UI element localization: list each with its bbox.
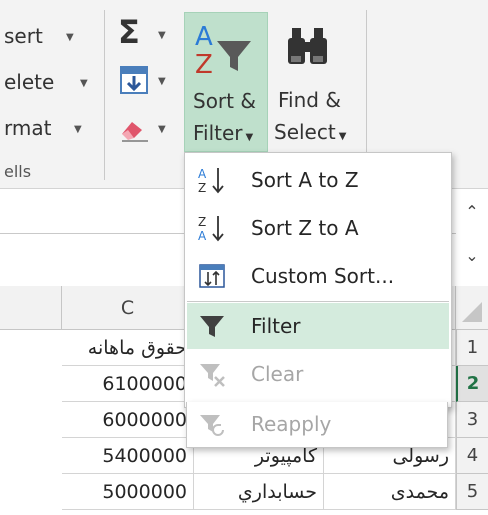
eraser-icon[interactable] (118, 116, 150, 142)
clear-filter-icon (197, 359, 227, 389)
sort-filter-label-line2: Filter ▼ (193, 121, 254, 145)
chevron-up-icon: ⌃ (465, 201, 479, 221)
filter-label: Filter (251, 314, 301, 338)
cell-c4[interactable]: 5400000 (62, 438, 194, 474)
find-select-label-line1: Find & (278, 88, 341, 112)
menu-divider (187, 301, 449, 302)
reapply-icon (197, 410, 227, 440)
autosum-dropdown-icon[interactable]: ▼ (158, 30, 166, 41)
delete-label: elete (4, 70, 55, 94)
chevron-down-icon: ⌄ (465, 245, 479, 265)
row-header[interactable]: 5 (456, 474, 488, 510)
binoculars-icon (284, 22, 334, 72)
sort-filter-label-line1: Sort & (193, 89, 256, 113)
menu-item-filter[interactable]: Filter (187, 303, 449, 349)
ribbon-scroll-up-button[interactable]: ⌃ (456, 189, 488, 233)
clear-dropdown-icon[interactable]: ▼ (158, 124, 166, 135)
row-header[interactable]: 3 (456, 402, 488, 438)
column-header-c[interactable]: C (62, 286, 194, 330)
delete-dropdown-icon[interactable]: ▼ (80, 78, 88, 89)
clear-label: Clear (251, 362, 304, 386)
menu-item-reapply[interactable]: Reapply (186, 402, 448, 448)
fill-dropdown-icon[interactable]: ▼ (158, 76, 166, 87)
cells-group-label: ells (4, 162, 32, 181)
insert-label: sert (4, 24, 43, 48)
find-select-button[interactable]: Find & Select ▼ (270, 12, 354, 152)
sort-filter-icon: A Z (193, 19, 253, 80)
sort-filter-button[interactable]: A Z Sort & Filter ▼ (184, 12, 268, 152)
format-button[interactable]: rmat (4, 116, 51, 140)
menu-item-sort-z-to-a[interactable]: Z A Sort Z to A (187, 205, 449, 251)
svg-text:A: A (198, 167, 207, 181)
column-c-label: C (120, 296, 135, 319)
autosum-icon[interactable]: Σ (118, 16, 140, 48)
cell-c3[interactable]: 6000000 (62, 402, 194, 438)
custom-sort-icon (197, 261, 227, 291)
column-header-b[interactable] (0, 286, 62, 330)
cell-c5[interactable]: 5000000 (62, 474, 194, 510)
menu-item-clear[interactable]: Clear (187, 351, 449, 397)
format-label: rmat (4, 116, 52, 140)
sort-z-to-a-label: Sort Z to A (251, 216, 359, 240)
insert-button[interactable]: sert (4, 24, 43, 48)
cell-d5[interactable]: حسابداري (194, 474, 324, 510)
az-letter-a: A (195, 22, 213, 52)
fill-down-icon[interactable] (120, 66, 148, 94)
group-divider (104, 10, 105, 180)
sort-za-icon: Z A (197, 213, 227, 243)
row-header-active[interactable]: 2 (456, 366, 488, 402)
svg-text:Z: Z (198, 181, 206, 195)
row-header[interactable]: 4 (456, 438, 488, 474)
cell-c1[interactable]: حقوق ماهانه (62, 330, 194, 366)
insert-dropdown-icon[interactable]: ▼ (66, 32, 74, 43)
reapply-label: Reapply (251, 412, 332, 436)
menu-item-sort-a-to-z[interactable]: A Z Sort A to Z (187, 157, 449, 203)
menu-item-custom-sort[interactable]: Custom Sort... (187, 253, 449, 299)
delete-button[interactable]: elete (4, 70, 54, 94)
cell-e5[interactable]: محمدی (324, 474, 456, 510)
filter-icon (197, 311, 227, 341)
custom-sort-label: Custom Sort... (251, 264, 395, 288)
find-select-label-line2: Select ▼ (274, 120, 347, 144)
svg-text:A: A (198, 229, 207, 243)
format-dropdown-icon[interactable]: ▼ (74, 124, 82, 135)
cell-c2[interactable]: 6100000 (62, 366, 194, 402)
select-all-corner[interactable] (456, 286, 488, 330)
az-letter-z: Z (195, 50, 213, 79)
row-header[interactable]: 1 (456, 330, 488, 366)
ribbon-scroll-down-button[interactable]: ⌄ (456, 233, 488, 277)
sort-filter-menu: A Z Sort A to Z Z A Sort Z to A Custom S… (184, 152, 452, 408)
svg-text:Z: Z (198, 215, 206, 229)
sort-az-icon: A Z (197, 165, 227, 195)
sort-a-to-z-label: Sort A to Z (251, 168, 359, 192)
